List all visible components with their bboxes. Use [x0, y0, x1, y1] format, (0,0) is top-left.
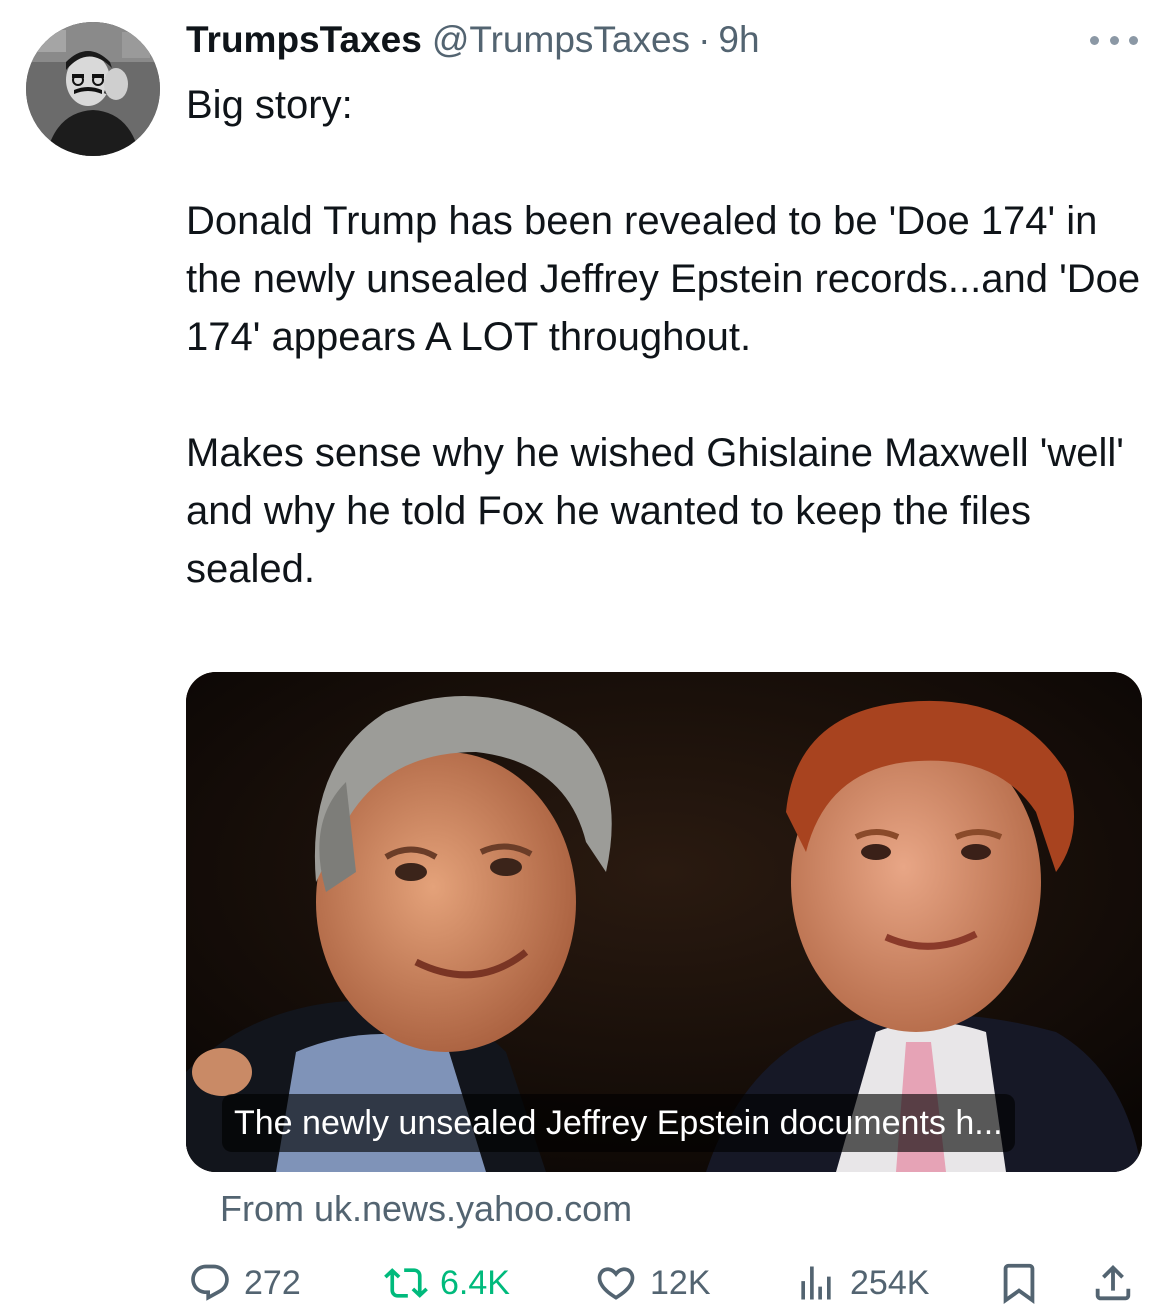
author-avatar[interactable] — [26, 22, 160, 156]
header-separator: · — [698, 19, 711, 60]
bookmark-button[interactable] — [996, 1260, 1042, 1306]
like-button[interactable]: 12K — [594, 1260, 711, 1306]
more-icon[interactable] — [1086, 22, 1142, 58]
views-button[interactable]: 254K — [794, 1260, 929, 1306]
author-handle[interactable]: @TrumpsTaxes — [432, 19, 690, 61]
retweet-icon — [384, 1268, 428, 1298]
tweet-timestamp[interactable]: 9h — [718, 19, 759, 61]
tweet-paragraph: Makes sense why he wished Ghislaine Maxw… — [186, 431, 1136, 591]
more-dot — [1109, 35, 1119, 45]
share-icon — [1095, 1264, 1131, 1301]
link-card-image[interactable]: The newly unsealed Jeffrey Epstein docum… — [186, 672, 1142, 1172]
share-button[interactable] — [1090, 1260, 1136, 1306]
bookmark-icon — [1003, 1263, 1035, 1304]
reply-button[interactable]: 272 — [188, 1260, 301, 1306]
link-card-caption: The newly unsealed Jeffrey Epstein docum… — [222, 1094, 1015, 1152]
tweet-actions: 272 6.4K 12K 254K — [0, 1252, 1170, 1314]
author-display-name[interactable]: TrumpsTaxes — [186, 19, 422, 61]
retweet-button[interactable]: 6.4K — [384, 1260, 510, 1306]
link-card-source[interactable]: From uk.news.yahoo.com — [220, 1186, 632, 1232]
retweet-count: 6.4K — [440, 1263, 510, 1302]
more-dot — [1090, 35, 1099, 45]
reply-icon — [191, 1264, 229, 1301]
like-icon — [597, 1267, 635, 1300]
tweet-header: TrumpsTaxes @TrumpsTaxes · 9h — [186, 14, 760, 66]
tweet-text: Big story: Donald Trump has been reveale… — [186, 76, 1146, 598]
reply-count: 272 — [244, 1263, 301, 1302]
tweet-paragraph: Donald Trump has been revealed to be 'Do… — [186, 199, 1152, 359]
avatar-image — [26, 22, 160, 156]
tweet-spacer — [186, 134, 1146, 192]
views-icon — [801, 1266, 831, 1300]
view-count: 254K — [850, 1263, 930, 1302]
more-dot — [1129, 35, 1138, 45]
tweet-paragraph: Big story: — [186, 83, 353, 127]
like-count: 12K — [650, 1263, 711, 1302]
tweet-spacer — [186, 366, 1146, 424]
